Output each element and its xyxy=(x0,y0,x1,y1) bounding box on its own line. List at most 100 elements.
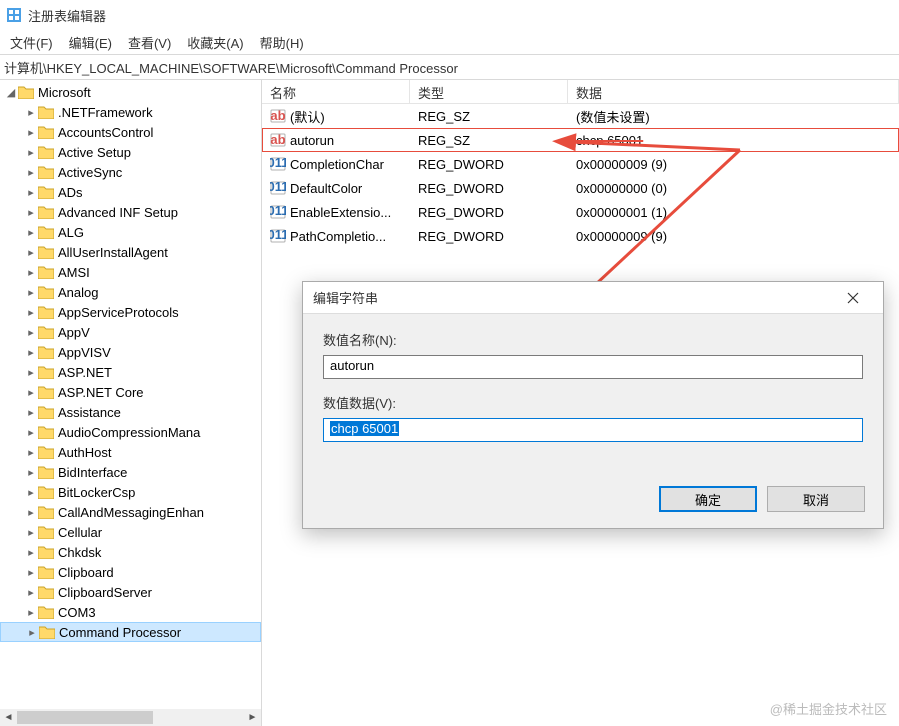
expand-icon[interactable]: ▸ xyxy=(24,606,38,619)
value-data-input[interactable]: chcp 65001 xyxy=(323,418,863,442)
expand-icon[interactable]: ▸ xyxy=(24,226,38,239)
tree-item-label: Clipboard xyxy=(58,565,114,580)
expand-icon[interactable]: ▸ xyxy=(24,346,38,359)
value-row[interactable]: 011EnableExtensio...REG_DWORD0x00000001 … xyxy=(262,200,899,224)
expand-icon[interactable]: ▸ xyxy=(24,126,38,139)
address-bar[interactable]: 计算机\HKEY_LOCAL_MACHINE\SOFTWARE\Microsof… xyxy=(0,54,899,80)
expand-icon[interactable]: ▸ xyxy=(24,206,38,219)
expand-icon[interactable]: ▸ xyxy=(24,266,38,279)
expand-icon[interactable]: ▸ xyxy=(24,326,38,339)
tree-item[interactable]: ▸Command Processor xyxy=(0,622,261,642)
menu-help[interactable]: 帮助(H) xyxy=(252,31,312,54)
edit-string-dialog: 编辑字符串 数值名称(N): autorun 数值数据(V): chcp 650… xyxy=(302,281,884,529)
cancel-button[interactable]: 取消 xyxy=(767,486,865,512)
menu-edit[interactable]: 编辑(E) xyxy=(61,31,120,54)
expand-icon[interactable]: ▸ xyxy=(24,526,38,539)
expand-icon[interactable]: ▸ xyxy=(24,166,38,179)
expand-icon[interactable]: ▸ xyxy=(24,506,38,519)
folder-icon xyxy=(38,265,54,279)
expand-icon[interactable]: ▸ xyxy=(24,466,38,479)
list-rows: ab(默认)REG_SZ(数值未设置)abautorunREG_SZchcp 6… xyxy=(262,104,899,248)
scroll-left-icon[interactable]: ◄ xyxy=(0,709,17,726)
value-row[interactable]: ab(默认)REG_SZ(数值未设置) xyxy=(262,104,899,128)
expand-icon[interactable]: ▸ xyxy=(24,146,38,159)
tree-list[interactable]: ◢ Microsoft ▸.NETFramework▸AccountsContr… xyxy=(0,80,261,644)
dialog-titlebar[interactable]: 编辑字符串 xyxy=(303,282,883,314)
ok-button[interactable]: 确定 xyxy=(659,486,757,512)
folder-icon xyxy=(38,105,54,119)
dialog-buttons: 确定 取消 xyxy=(659,486,865,512)
tree-item[interactable]: ▸.NETFramework xyxy=(0,102,261,122)
menu-view[interactable]: 查看(V) xyxy=(120,31,179,54)
tree-item-label: AllUserInstallAgent xyxy=(58,245,168,260)
value-row[interactable]: abautorunREG_SZchcp 65001 xyxy=(262,128,899,152)
expand-icon[interactable]: ▸ xyxy=(24,426,38,439)
cell-name: ab(默认) xyxy=(262,107,410,126)
expand-icon[interactable]: ▸ xyxy=(24,106,38,119)
close-icon[interactable] xyxy=(833,282,873,313)
tree-item[interactable]: ▸AppServiceProtocols xyxy=(0,302,261,322)
value-row[interactable]: 011PathCompletio...REG_DWORD0x00000009 (… xyxy=(262,224,899,248)
cell-type: REG_DWORD xyxy=(410,157,568,172)
tree-item-microsoft[interactable]: ◢ Microsoft xyxy=(0,82,261,102)
tree-item[interactable]: ▸ASP.NET xyxy=(0,362,261,382)
folder-icon xyxy=(38,245,54,259)
menu-file[interactable]: 文件(F) xyxy=(2,31,61,54)
expand-icon[interactable]: ▸ xyxy=(24,366,38,379)
expand-icon[interactable]: ▸ xyxy=(24,566,38,579)
value-name-input[interactable]: autorun xyxy=(323,355,863,379)
value-row[interactable]: 011CompletionCharREG_DWORD0x00000009 (9) xyxy=(262,152,899,176)
expand-icon[interactable]: ▸ xyxy=(25,626,39,639)
tree-item[interactable]: ▸Chkdsk xyxy=(0,542,261,562)
tree-item[interactable]: ▸BidInterface xyxy=(0,462,261,482)
expand-icon[interactable]: ▸ xyxy=(24,586,38,599)
col-type[interactable]: 类型 xyxy=(410,80,568,103)
horizontal-scrollbar[interactable]: ◄ ► xyxy=(0,709,261,726)
tree-item[interactable]: ▸BitLockerCsp xyxy=(0,482,261,502)
tree-item[interactable]: ▸Analog xyxy=(0,282,261,302)
folder-icon xyxy=(38,485,54,499)
expand-icon[interactable]: ▸ xyxy=(24,406,38,419)
expand-icon[interactable]: ▸ xyxy=(24,486,38,499)
expand-icon[interactable]: ▸ xyxy=(24,546,38,559)
tree-item[interactable]: ▸AppV xyxy=(0,322,261,342)
expand-icon[interactable]: ▸ xyxy=(24,246,38,259)
value-type: REG_DWORD xyxy=(418,205,504,220)
expand-icon[interactable]: ▸ xyxy=(24,186,38,199)
dword-value-icon: 011 xyxy=(270,156,286,172)
tree-item[interactable]: ▸ AllUserInstallAgent xyxy=(0,242,261,262)
tree-item[interactable]: ▸Advanced INF Setup xyxy=(0,202,261,222)
expand-icon[interactable]: ◢ xyxy=(4,86,18,99)
tree-item-label: Active Setup xyxy=(58,145,131,160)
value-type: REG_DWORD xyxy=(418,229,504,244)
tree-item[interactable]: ▸AMSI xyxy=(0,262,261,282)
expand-icon[interactable]: ▸ xyxy=(24,306,38,319)
tree-item[interactable]: ▸ADs xyxy=(0,182,261,202)
tree-item[interactable]: ▸CallAndMessagingEnhan xyxy=(0,502,261,522)
tree-item[interactable]: ▸Assistance xyxy=(0,402,261,422)
col-data[interactable]: 数据 xyxy=(568,80,899,103)
tree-item[interactable]: ▸AudioCompressionMana xyxy=(0,422,261,442)
value-data: 0x00000000 (0) xyxy=(576,181,667,196)
expand-icon[interactable]: ▸ xyxy=(24,446,38,459)
tree-item[interactable]: ▸AppVISV xyxy=(0,342,261,362)
menu-favorites[interactable]: 收藏夹(A) xyxy=(179,31,251,54)
tree-item[interactable]: ▸AuthHost xyxy=(0,442,261,462)
tree-item[interactable]: ▸Cellular xyxy=(0,522,261,542)
tree-item[interactable]: ▸ActiveSync xyxy=(0,162,261,182)
tree-item[interactable]: ▸ClipboardServer xyxy=(0,582,261,602)
watermark: @稀土掘金技术社区 xyxy=(770,699,887,718)
expand-icon[interactable]: ▸ xyxy=(24,386,38,399)
scroll-thumb[interactable] xyxy=(17,711,153,724)
tree-item[interactable]: ▸ Clipboard xyxy=(0,562,261,582)
tree-item[interactable]: ▸ Active Setup xyxy=(0,142,261,162)
scroll-right-icon[interactable]: ► xyxy=(244,709,261,726)
scroll-track[interactable] xyxy=(17,709,244,726)
col-name[interactable]: 名称 xyxy=(262,80,410,103)
tree-item[interactable]: ▸ASP.NET Core xyxy=(0,382,261,402)
expand-icon[interactable]: ▸ xyxy=(24,286,38,299)
tree-item[interactable]: ▸COM3 xyxy=(0,602,261,622)
tree-item[interactable]: ▸AccountsControl xyxy=(0,122,261,142)
tree-item[interactable]: ▸ALG xyxy=(0,222,261,242)
value-row[interactable]: 011DefaultColorREG_DWORD0x00000000 (0) xyxy=(262,176,899,200)
